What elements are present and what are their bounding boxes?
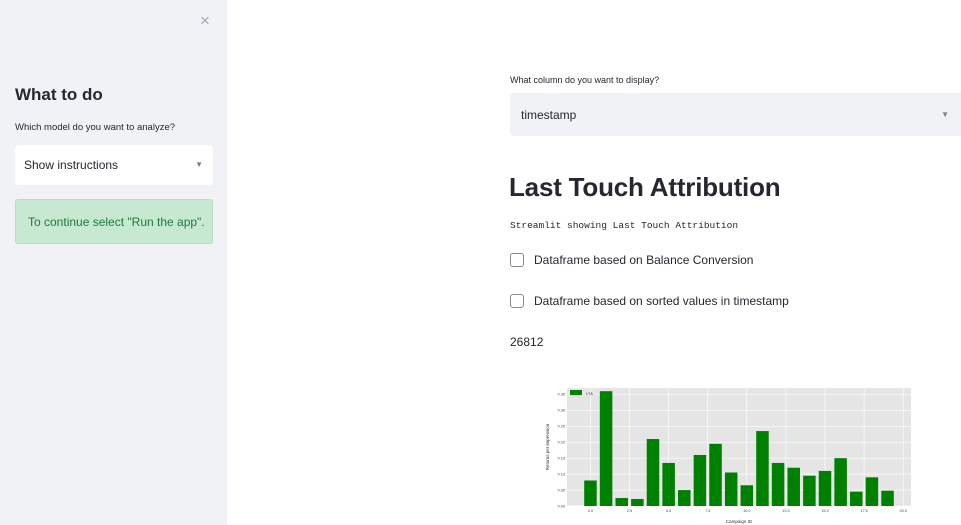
column-select[interactable]: timestamp ▼ <box>510 93 961 136</box>
y-tick-label: 0.35 <box>558 393 565 397</box>
sidebar: × What to do Which model do you want to … <box>0 0 227 525</box>
close-icon[interactable]: × <box>197 12 213 29</box>
model-select[interactable]: Show instructions ▼ <box>15 145 213 185</box>
y-tick-label: 0.30 <box>558 409 565 413</box>
subtitle-code: Streamlit showing Last Touch Attribution <box>510 220 739 231</box>
checkbox-box[interactable] <box>510 253 524 267</box>
bar-chart: 0.00 0.05 0.10 0.15 0.20 0.25 0.30 0.35 0.0 2.5 5… <box>545 388 911 524</box>
success-alert: To continue select "Run the app". <box>15 199 213 244</box>
column-select-label: What column do you want to display? <box>510 75 660 85</box>
y-tick-label: 0.00 <box>558 504 565 508</box>
checkbox-balance-conversion[interactable]: Dataframe based on Balance Conversion <box>510 253 753 267</box>
model-select-label: Which model do you want to analyze? <box>15 122 176 133</box>
bar <box>615 498 628 506</box>
alert-text: To continue select "Run the app". <box>28 214 205 229</box>
bar <box>881 490 894 506</box>
x-tick-label: 2.5 <box>627 509 632 513</box>
y-tick-label: 0.15 <box>558 456 565 460</box>
plot-area <box>567 388 911 506</box>
checkbox-label: Dataframe based on sorted values in time… <box>534 294 789 308</box>
bar <box>724 472 738 506</box>
bar <box>787 467 800 506</box>
model-select-value: Show instructions <box>24 158 119 172</box>
bar <box>850 491 863 506</box>
x-tick-label: 12.5 <box>782 509 789 513</box>
checkbox-label: Dataframe based on Balance Conversion <box>534 253 754 267</box>
x-tick-label: 10.0 <box>743 509 750 513</box>
checkbox-box[interactable] <box>510 294 524 308</box>
bar <box>865 477 879 506</box>
y-axis-label: Returns per impression <box>545 423 550 470</box>
x-ticks: 0.0 2.5 5.0 7.5 10.0 12.5 15.0 17.5 20.0 <box>588 509 907 513</box>
bar <box>662 462 675 506</box>
bar <box>631 498 644 506</box>
x-tick-label: 5.0 <box>666 509 671 513</box>
bar <box>818 470 832 506</box>
legend-label: LTA <box>586 391 593 396</box>
y-tick-label: 0.10 <box>558 472 565 476</box>
chevron-down-icon: ▼ <box>941 110 949 119</box>
bar <box>740 485 754 506</box>
x-tick-label: 20.0 <box>899 509 906 513</box>
bar <box>693 454 707 506</box>
x-axis-label: Campaign ID <box>726 519 753 524</box>
x-tick-label: 7.5 <box>705 509 710 513</box>
y-tick-label: 0.25 <box>558 425 565 429</box>
x-tick-label: 15.0 <box>821 509 828 513</box>
bar <box>756 431 769 506</box>
bar <box>771 462 785 506</box>
bar <box>709 443 722 506</box>
bar <box>599 391 613 506</box>
bar <box>584 480 597 506</box>
page-title: Last Touch Attribution <box>509 172 781 202</box>
y-tick-label: 0.20 <box>558 441 565 445</box>
x-tick-label: 0.0 <box>588 509 593 513</box>
sidebar-title: What to do <box>15 85 103 104</box>
column-select-value: timestamp <box>521 107 577 122</box>
y-ticks: 0.00 0.05 0.10 0.15 0.20 0.25 0.30 0.35 <box>558 393 565 509</box>
legend-swatch <box>570 390 582 395</box>
bar <box>803 475 816 506</box>
row-count-text: 26812 <box>510 335 544 349</box>
bar <box>646 439 660 506</box>
chevron-down-icon: ▼ <box>195 160 203 169</box>
y-tick-label: 0.05 <box>558 488 565 492</box>
x-tick-label: 17.5 <box>860 509 867 513</box>
bar <box>834 458 847 506</box>
bar <box>678 490 691 506</box>
checkbox-sorted-timestamp[interactable]: Dataframe based on sorted values in time… <box>510 294 789 308</box>
